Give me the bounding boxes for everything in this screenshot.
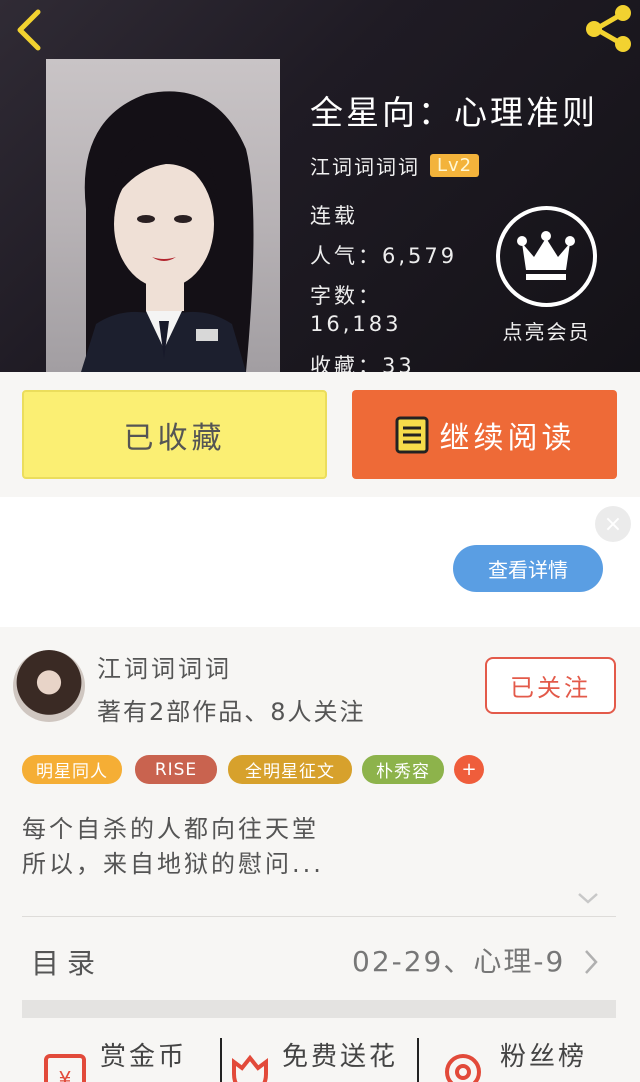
collect-button[interactable]: 已收藏 bbox=[22, 390, 327, 479]
section-separator bbox=[22, 1000, 616, 1018]
follow-button[interactable]: 已关注 bbox=[485, 657, 616, 714]
author-name[interactable]: 江词词词词 bbox=[310, 151, 420, 180]
book-icon bbox=[395, 416, 428, 453]
divider bbox=[22, 916, 616, 917]
continue-reading-label: 继续阅读 bbox=[439, 420, 576, 456]
send-flower-button[interactable]: 免费送花 bbox=[228, 1036, 398, 1082]
nav-separator bbox=[220, 1038, 222, 1082]
book-cover-image[interactable] bbox=[46, 59, 280, 372]
reward-coins-button[interactable]: ¥ 赏金币 bbox=[42, 1036, 187, 1082]
share-icon bbox=[586, 5, 631, 52]
card-author-name[interactable]: 江词词词词 bbox=[97, 649, 232, 684]
vip-button[interactable] bbox=[496, 206, 597, 307]
nav-separator bbox=[417, 1038, 419, 1082]
serial-status: 连载 bbox=[310, 204, 358, 228]
toc-chevron-right-icon[interactable] bbox=[582, 948, 600, 980]
tag-item[interactable]: RISE bbox=[135, 755, 217, 784]
level-badge: Lv2 bbox=[430, 153, 480, 177]
author-line: 江词词词词 Lv2 bbox=[310, 150, 480, 180]
latest-chapter[interactable]: 02-29、心理-9 bbox=[352, 940, 565, 980]
tag-item[interactable]: 朴秀容 bbox=[362, 755, 444, 784]
toc-label[interactable]: 目录 bbox=[31, 942, 103, 982]
author-meta: 著有2部作品、8人关注 bbox=[97, 698, 366, 726]
continue-reading-button[interactable]: 继续阅读 bbox=[352, 390, 617, 479]
send-flower-label: 免费送花 bbox=[282, 1042, 399, 1072]
view-details-button[interactable]: 查看详情 bbox=[453, 545, 603, 592]
vip-label[interactable]: 点亮会员 bbox=[496, 316, 597, 345]
book-header: 全星向：心理准则 江词词词词 Lv2 连载 人气：6,579 字数： 16,18… bbox=[0, 0, 640, 372]
expand-intro-button[interactable] bbox=[576, 888, 600, 908]
share-button[interactable] bbox=[578, 2, 638, 54]
collect-button-label: 已收藏 bbox=[123, 420, 226, 456]
close-icon[interactable]: × bbox=[595, 506, 631, 542]
svg-text:¥: ¥ bbox=[59, 1067, 72, 1082]
collections-stat: 收藏：33 bbox=[310, 354, 415, 372]
ranking-medal-icon bbox=[445, 1054, 481, 1082]
book-intro: 每个自杀的人都向往天堂 所以，来自地狱的慰问... bbox=[22, 812, 612, 882]
tag-item[interactable]: 明星同人 bbox=[22, 755, 122, 784]
intro-line: 每个自杀的人都向往天堂 bbox=[22, 815, 319, 843]
fans-ranking-button[interactable]: 粉丝榜 bbox=[440, 1036, 587, 1082]
word-count-label: 字数： bbox=[310, 284, 382, 308]
tag-item[interactable]: 全明星征文 bbox=[228, 755, 352, 784]
intro-line: 所以，来自地狱的慰问... bbox=[22, 850, 324, 878]
more-tags-button[interactable]: + bbox=[454, 755, 484, 784]
reward-coins-label: 赏金币 bbox=[100, 1042, 188, 1072]
crown-icon bbox=[517, 231, 575, 280]
book-title: 全星向：心理准则 bbox=[310, 93, 598, 132]
author-avatar[interactable] bbox=[13, 650, 85, 722]
word-count-value: 16,183 bbox=[310, 312, 402, 336]
back-button[interactable] bbox=[8, 4, 52, 54]
popularity-stat: 人气：6,579 bbox=[310, 244, 458, 268]
red-envelope-icon: ¥ bbox=[44, 1054, 86, 1082]
chevron-down-icon bbox=[578, 893, 598, 904]
back-chevron-icon bbox=[17, 9, 41, 51]
fans-ranking-label: 粉丝榜 bbox=[500, 1042, 588, 1072]
flower-icon bbox=[232, 1054, 268, 1082]
